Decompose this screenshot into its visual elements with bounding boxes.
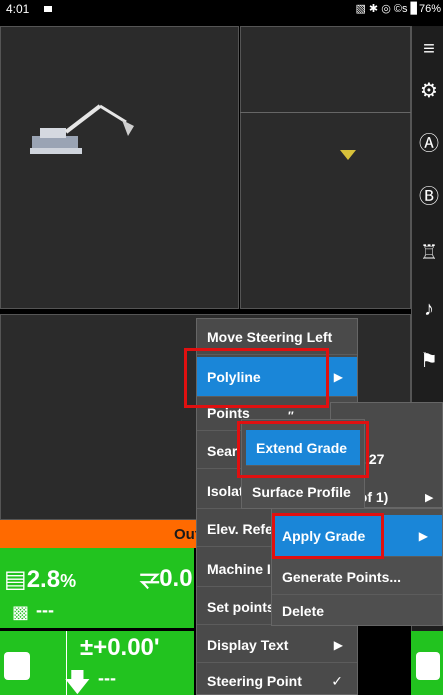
chevron-right-icon: ▶ (333, 370, 343, 384)
chevron-right-icon: ▶ (418, 529, 428, 543)
bucket-value: --- (36, 600, 54, 620)
menu-icon[interactable]: ≡ (416, 36, 442, 62)
menu-item-label: Move Steering Left (207, 329, 333, 345)
menu-item-label: Elev. Refe (207, 521, 273, 537)
menu-item-generate-points[interactable]: Generate Points... (272, 559, 442, 595)
plan-view[interactable] (0, 26, 239, 309)
chevron-right-icon: ▶ (425, 492, 434, 504)
menu-item-display-text[interactable]: Display Text ▶ (197, 627, 357, 663)
menu-item-steering-point[interactable]: Steering Point ✓ (197, 663, 357, 695)
slope-icon: ▤ (4, 566, 27, 593)
stake-right-icon (416, 652, 440, 680)
next-icon[interactable]: Ⓑ (416, 184, 442, 210)
excavator-icon (30, 104, 134, 154)
menu-item-label: Display Text (207, 637, 289, 653)
menu-item-delete[interactable]: Delete (272, 595, 442, 627)
slope-unit: % (60, 571, 77, 591)
highlight-polyline (184, 348, 329, 408)
menu-item-label: Isolat (207, 483, 244, 499)
mute-icon[interactable]: ♪ (416, 296, 442, 322)
menu-item-label: Sear (207, 443, 238, 459)
view-divider (240, 112, 411, 113)
menu-item-label: Generate Points... (282, 569, 402, 585)
camera-rotate-icon[interactable]: ⚙ (416, 78, 442, 104)
machine-icon[interactable]: ♖ (416, 240, 442, 266)
status-icons: ▧ ✱ ◎ ©s ▊76% (355, 3, 441, 15)
bucket-icon: ▩ (12, 602, 30, 622)
arrow-down-icon: 🡇 (64, 667, 91, 695)
menu-item-surface-profile[interactable]: Surface Profile (242, 474, 364, 510)
status-bar: 4:01 ▧ ✱ ◎ ©s ▊76% (0, 0, 443, 18)
video-icon (44, 6, 52, 12)
highlight-extend-grade (237, 421, 369, 478)
menu-item-label: Delete (282, 603, 325, 619)
profile-view[interactable] (240, 26, 411, 309)
highlight-apply-grade (272, 513, 384, 559)
elevation-value: ±+0.00' (80, 634, 160, 661)
user-location-icon[interactable]: ⚑ (416, 348, 442, 374)
menu-item-label: Surface Profile (252, 484, 351, 500)
menu-item-label: Steering Point (207, 673, 302, 689)
stake-left-icon (4, 652, 30, 680)
slope-number: 2.8 (26, 566, 61, 593)
position-marker-icon (340, 150, 356, 160)
slope-value: ▤2.8% (4, 565, 76, 594)
chevron-right-icon: ▶ (333, 638, 343, 652)
lock-icon[interactable]: Ⓐ (416, 131, 442, 157)
status-time: 4:01 (6, 2, 30, 16)
cross-slope-value: ⥩0.0 (140, 565, 193, 592)
menu-item-label: Machine In (207, 561, 280, 577)
check-icon: ✓ (331, 673, 343, 689)
menu-item-label: Set points (207, 599, 275, 615)
cut-fill-value: --- (98, 668, 116, 688)
